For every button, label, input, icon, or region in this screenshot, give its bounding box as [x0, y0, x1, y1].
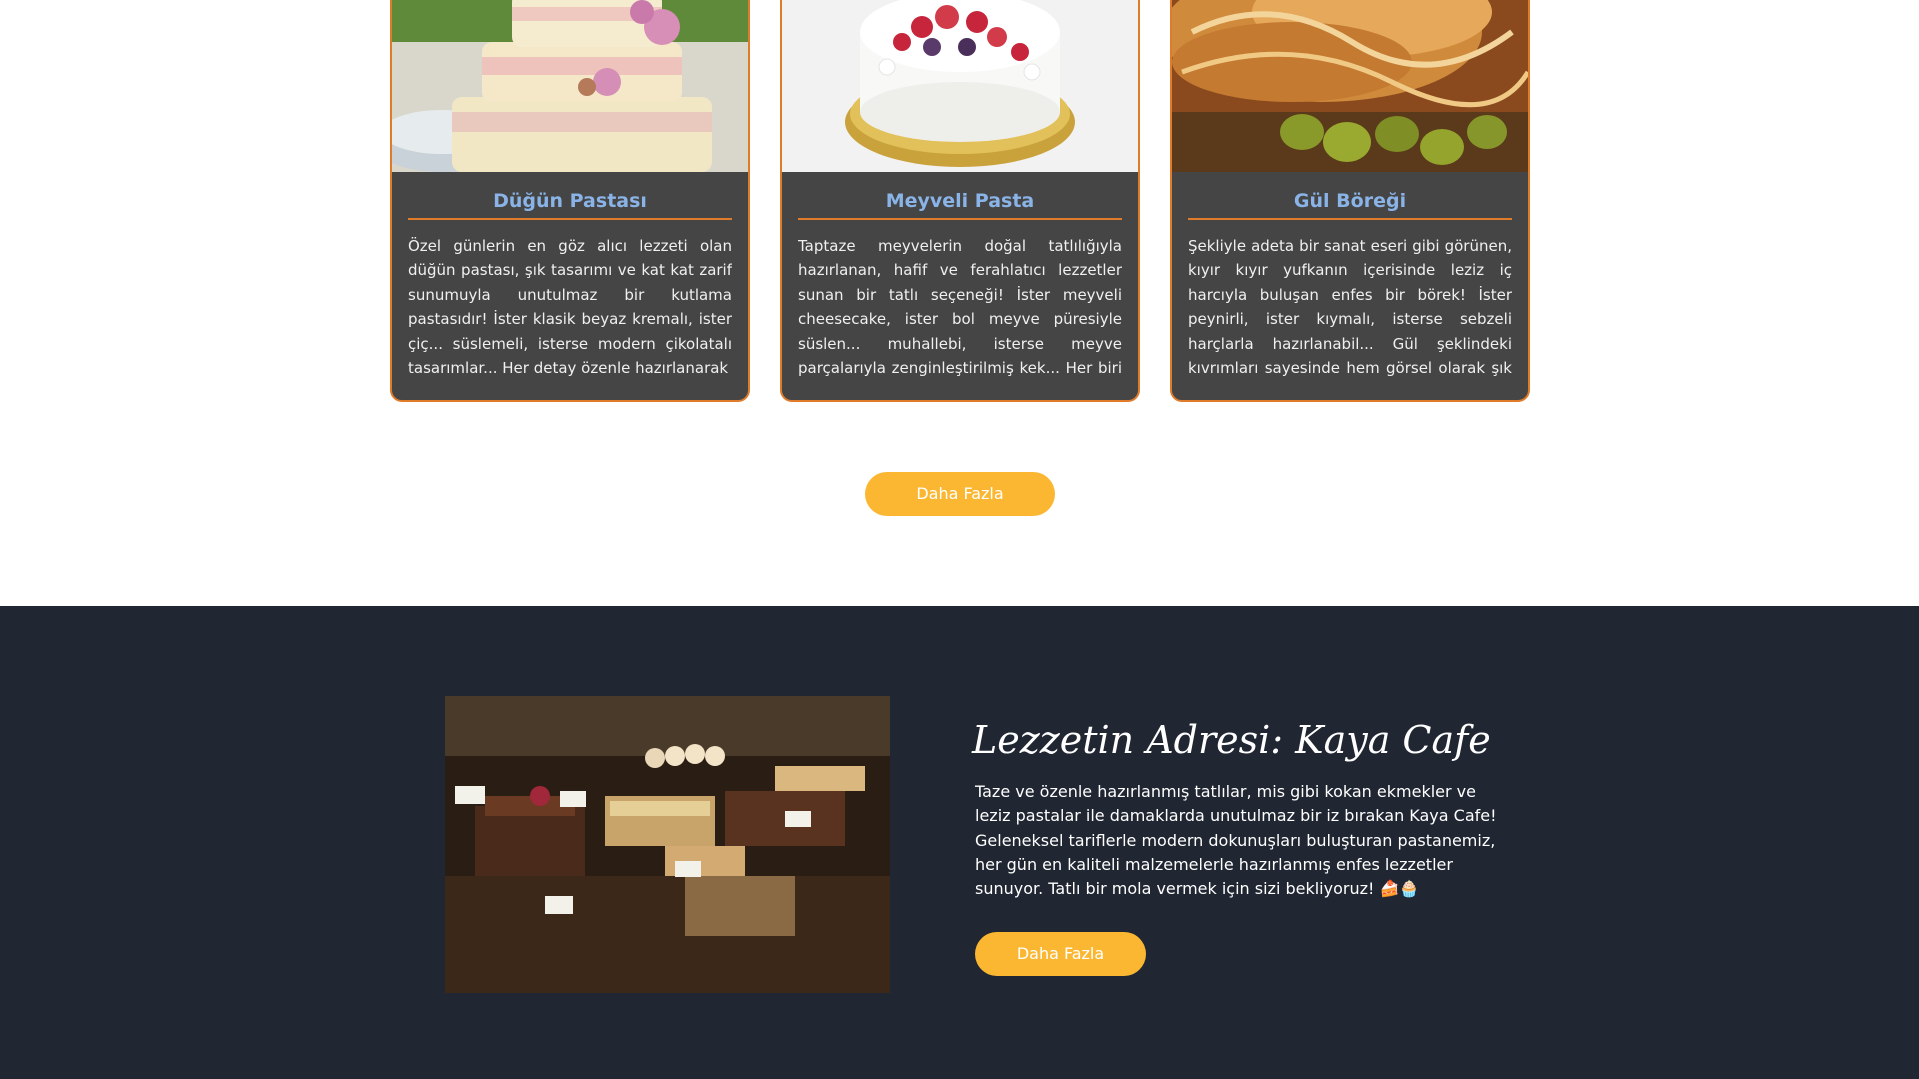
card-description: Şekliyle adeta bir sanat eseri gibi görü… — [1188, 237, 1512, 378]
product-card-rose-borek[interactable]: Gül Böreği Şekliyle adeta bir sanat eser… — [1170, 0, 1530, 402]
about-section: Lezzetin Adresi: Kaya Cafe Taze ve özenl… — [0, 606, 1919, 1079]
bakery-display-image — [445, 696, 890, 993]
product-card-fruit-cake[interactable]: Meyveli Pasta Taptaze meyvelerin doğal t… — [780, 0, 1140, 402]
about-more-button[interactable]: Daha Fazla — [975, 932, 1146, 976]
about-description: Taze ve özenle hazırlanmış tatlılar, mis… — [975, 782, 1497, 899]
card-description: Özel günlerin en göz alıcı lezzeti olan … — [408, 237, 732, 378]
product-card-wedding-cake[interactable]: Düğün Pastası Özel günlerin en göz alıcı… — [390, 0, 750, 402]
about-title: Lezzetin Adresi: Kaya Cafe — [972, 718, 1491, 762]
rose-borek-image — [1172, 0, 1528, 172]
products-more-button[interactable]: Daha Fazla — [865, 472, 1055, 516]
card-description: Taptaze meyvelerin doğal tatlılığıyla ha… — [798, 237, 1122, 378]
products-section: Düğün Pastası Özel günlerin en göz alıcı… — [0, 0, 1919, 606]
fruit-cake-image — [782, 0, 1138, 172]
card-title: Meyveli Pasta — [798, 184, 1122, 220]
wedding-cake-image — [392, 0, 748, 172]
card-title: Düğün Pastası — [408, 184, 732, 220]
card-title: Gül Böreği — [1188, 184, 1512, 220]
